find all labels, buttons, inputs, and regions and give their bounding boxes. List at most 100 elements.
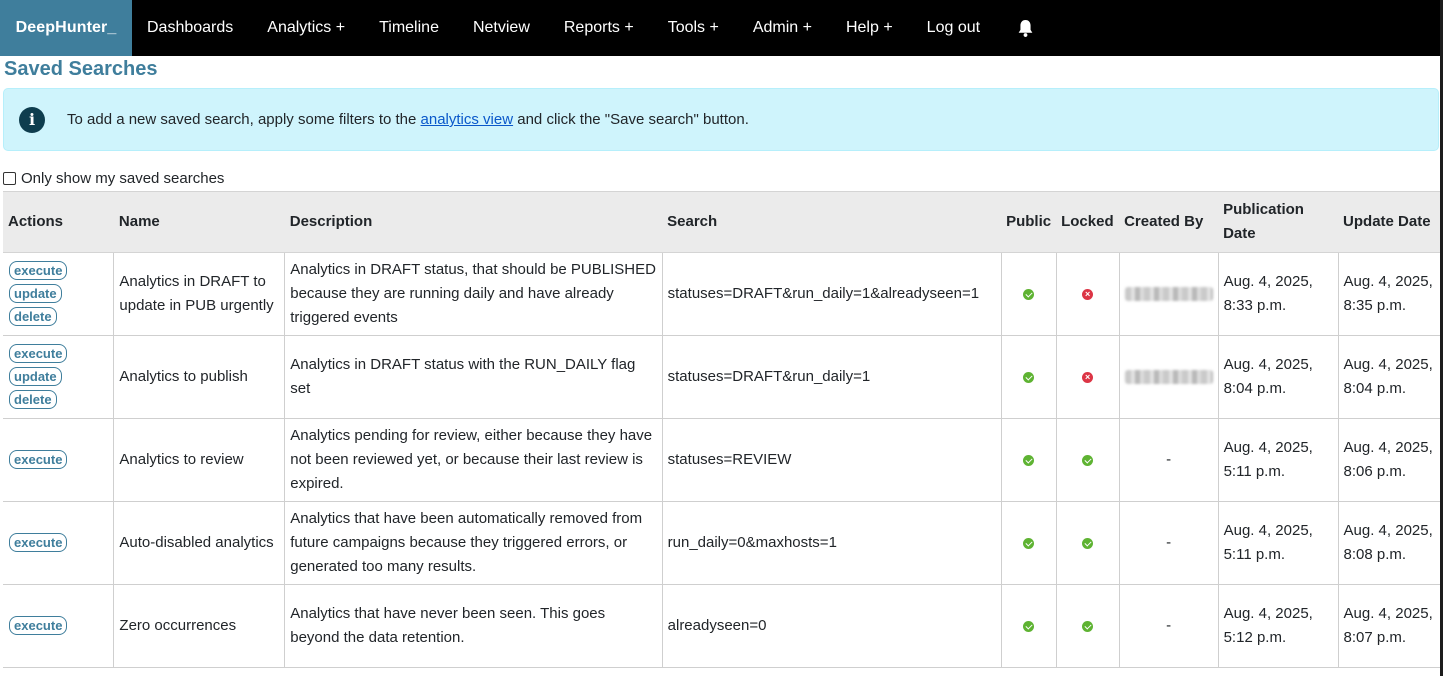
update-date-cell: Aug. 4, 2025, 8:06 p.m. <box>1337 418 1440 502</box>
search-cell: statuses=DRAFT&run_daily=1 <box>661 335 1002 419</box>
info-circle-icon: i <box>19 106 45 133</box>
header-search: Search <box>662 191 1002 253</box>
header-locked: Locked <box>1056 191 1120 253</box>
header-description: Description <box>284 191 663 253</box>
nav-admin[interactable]: Admin + <box>736 0 829 56</box>
check-circle-icon <box>1023 371 1035 383</box>
execute-button[interactable]: execute <box>9 261 68 280</box>
nav-logout[interactable]: Log out <box>910 0 997 56</box>
public-cell <box>1000 584 1057 668</box>
publication-date-cell: Aug. 4, 2025, 8:04 p.m. <box>1217 335 1339 419</box>
update-button[interactable]: update <box>9 284 62 303</box>
bell-icon[interactable] <box>997 0 1053 56</box>
table-row: execute update delete Analytics to publi… <box>3 335 1440 419</box>
actions-cell: execute <box>3 584 115 668</box>
name-cell: Auto-disabled analytics <box>113 501 286 585</box>
info-alert: i To add a new saved search, apply some … <box>3 88 1439 151</box>
name-cell: Analytics to review <box>113 418 286 502</box>
search-cell: run_daily=0&maxhosts=1 <box>661 501 1002 585</box>
check-circle-icon <box>1023 288 1035 300</box>
execute-button[interactable]: execute <box>9 450 68 469</box>
header-public: Public <box>1001 191 1057 253</box>
public-cell <box>1000 335 1057 419</box>
header-created-by: Created By <box>1119 191 1219 253</box>
header-update-date: Update Date <box>1338 191 1440 253</box>
nav-reports[interactable]: Reports + <box>547 0 651 56</box>
publication-date-cell: Aug. 4, 2025, 5:11 p.m. <box>1217 418 1339 502</box>
nav-analytics[interactable]: Analytics + <box>250 0 362 56</box>
description-cell: Analytics that have never been seen. Thi… <box>284 584 663 668</box>
delete-button[interactable]: delete <box>9 390 57 409</box>
only-mine-checkbox[interactable] <box>3 172 16 185</box>
update-date-cell: Aug. 4, 2025, 8:04 p.m. <box>1337 335 1440 419</box>
created-by-cell: - <box>1118 584 1219 668</box>
table-row: execute update delete Analytics in DRAFT… <box>3 252 1440 336</box>
nav-netview[interactable]: Netview <box>456 0 547 56</box>
locked-cell: × <box>1055 252 1120 336</box>
name-cell: Zero occurrences <box>113 584 286 668</box>
description-cell: Analytics pending for review, either bec… <box>284 418 663 502</box>
locked-cell <box>1055 418 1120 502</box>
created-by-cell: - <box>1118 501 1219 585</box>
execute-button[interactable]: execute <box>9 616 68 635</box>
x-circle-icon: × <box>1082 371 1094 383</box>
check-circle-icon <box>1082 620 1094 632</box>
nav-items: Dashboards Analytics + Timeline Netview … <box>132 0 1053 56</box>
locked-cell <box>1055 584 1120 668</box>
header-publication-date: Publication Date <box>1218 191 1339 253</box>
description-cell: Analytics in DRAFT status with the RUN_D… <box>284 335 663 419</box>
update-date-cell: Aug. 4, 2025, 8:07 p.m. <box>1337 584 1440 668</box>
nav-tools[interactable]: Tools + <box>651 0 736 56</box>
redacted-username <box>1124 370 1213 385</box>
public-cell <box>1000 252 1057 336</box>
page-title: Saved Searches <box>4 58 158 80</box>
table-header-row: Actions Name Description Search Public L… <box>3 191 1440 253</box>
description-cell: Analytics in DRAFT status, that should b… <box>284 252 663 336</box>
nav-timeline[interactable]: Timeline <box>362 0 456 56</box>
search-cell: statuses=REVIEW <box>661 418 1002 502</box>
x-circle-icon: × <box>1082 288 1094 300</box>
created-by-cell: - <box>1118 418 1219 502</box>
table-row: execute Analytics to review Analytics pe… <box>3 418 1440 502</box>
check-circle-icon <box>1082 537 1094 549</box>
check-circle-icon <box>1023 620 1035 632</box>
nav-help[interactable]: Help + <box>829 0 910 56</box>
public-cell <box>1000 418 1057 502</box>
publication-date-cell: Aug. 4, 2025, 8:33 p.m. <box>1217 252 1339 336</box>
locked-cell: × <box>1055 335 1120 419</box>
update-date-cell: Aug. 4, 2025, 8:08 p.m. <box>1337 501 1440 585</box>
delete-button[interactable]: delete <box>9 307 57 326</box>
name-cell: Analytics to publish <box>113 335 286 419</box>
publication-date-cell: Aug. 4, 2025, 5:11 p.m. <box>1217 501 1339 585</box>
top-navbar: DeepHunter_ Dashboards Analytics + Timel… <box>0 0 1440 56</box>
search-cell: statuses=DRAFT&run_daily=1&alreadyseen=1 <box>661 252 1002 336</box>
saved-searches-table: Actions Name Description Search Public L… <box>3 191 1440 668</box>
update-date-cell: Aug. 4, 2025, 8:35 p.m. <box>1337 252 1440 336</box>
actions-cell: execute <box>3 501 115 585</box>
created-by-cell <box>1118 252 1219 336</box>
execute-button[interactable]: execute <box>9 344 68 363</box>
alert-text-after: and click the "Save search" button. <box>513 111 749 128</box>
alert-text: To add a new saved search, apply some fi… <box>67 111 749 128</box>
name-cell: Analytics in DRAFT to update in PUB urge… <box>113 252 286 336</box>
publication-date-cell: Aug. 4, 2025, 5:12 p.m. <box>1217 584 1339 668</box>
check-circle-icon <box>1023 537 1035 549</box>
created-by-cell <box>1118 335 1219 419</box>
actions-cell: execute update delete <box>3 335 115 419</box>
redacted-username <box>1124 287 1213 302</box>
check-circle-icon <box>1023 454 1035 466</box>
public-cell <box>1000 501 1057 585</box>
search-cell: alreadyseen=0 <box>661 584 1002 668</box>
actions-cell: execute update delete <box>3 252 115 336</box>
execute-button[interactable]: execute <box>9 533 68 552</box>
update-button[interactable]: update <box>9 367 62 386</box>
filter-my-searches[interactable]: Only show my saved searches <box>3 170 224 187</box>
only-mine-label: Only show my saved searches <box>21 170 225 187</box>
actions-cell: execute <box>3 418 115 502</box>
locked-cell <box>1055 501 1120 585</box>
table-row: execute Zero occurrences Analytics that … <box>3 584 1440 668</box>
nav-dashboards[interactable]: Dashboards <box>132 0 250 56</box>
check-circle-icon <box>1082 454 1094 466</box>
brand-logo[interactable]: DeepHunter_ <box>0 0 132 56</box>
analytics-view-link[interactable]: analytics view <box>421 111 514 128</box>
